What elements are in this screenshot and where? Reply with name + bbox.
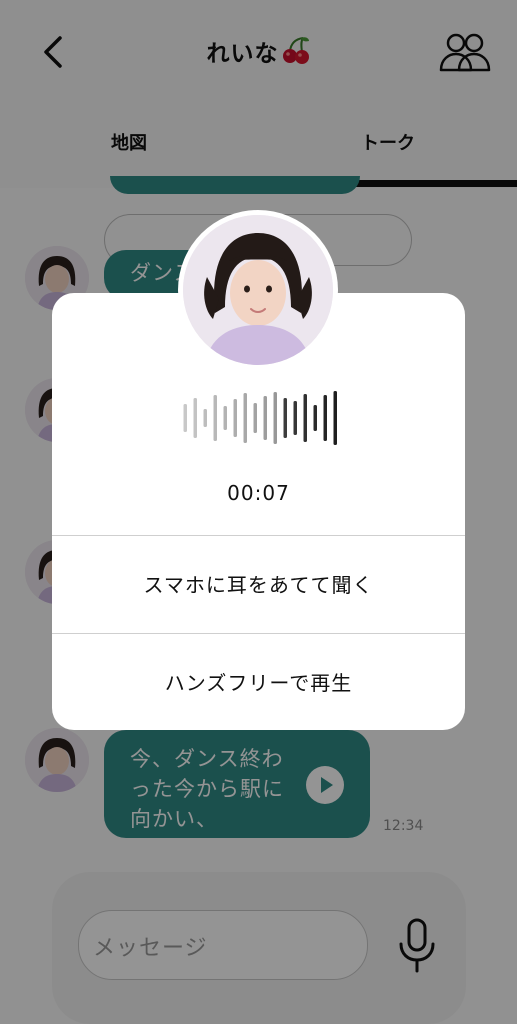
waveform-bar xyxy=(283,398,287,438)
waveform-bar xyxy=(233,399,237,437)
waveform-bar xyxy=(193,398,197,438)
divider xyxy=(52,633,465,634)
waveform-bar xyxy=(273,392,277,444)
waveform-bar xyxy=(183,404,187,432)
waveform-bar xyxy=(333,391,337,445)
waveform-bar xyxy=(213,395,217,441)
waveform-bar xyxy=(263,396,267,440)
waveform-bar xyxy=(303,394,307,442)
earpiece-playback-option[interactable]: スマホに耳をあてて聞く xyxy=(52,537,465,633)
handsfree-playback-option[interactable]: ハンズフリーで再生 xyxy=(52,635,465,731)
waveform-bar xyxy=(313,405,317,431)
waveform-bar xyxy=(253,403,257,433)
waveform-bar xyxy=(223,406,227,430)
waveform-bar xyxy=(293,401,297,435)
waveform-bar xyxy=(203,409,207,427)
divider xyxy=(52,535,465,536)
sender-avatar-large xyxy=(178,210,338,370)
playback-duration: 00:07 xyxy=(227,481,290,505)
waveform-bar xyxy=(323,395,327,441)
waveform-bar xyxy=(243,393,247,443)
audio-waveform xyxy=(183,391,337,445)
